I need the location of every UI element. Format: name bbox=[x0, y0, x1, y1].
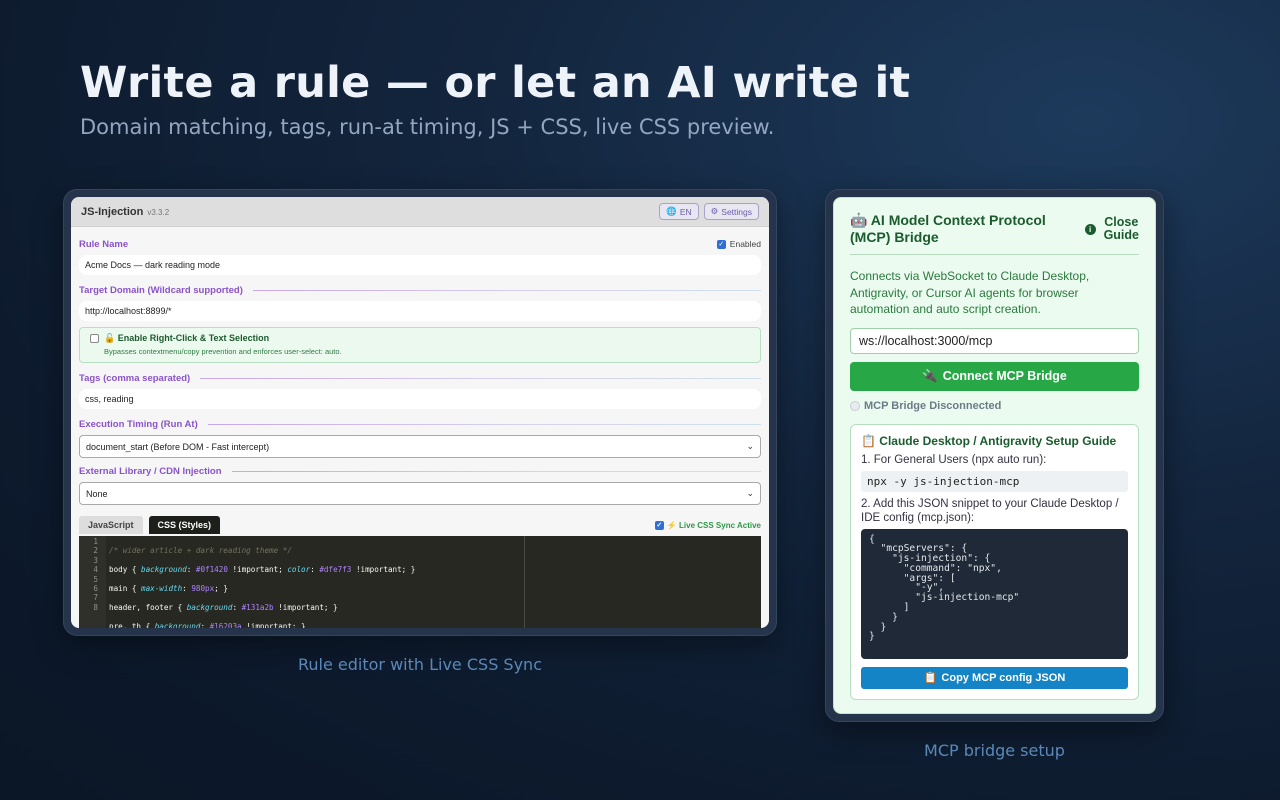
live-sync-checkbox[interactable]: ✓ bbox=[654, 520, 664, 530]
globe-icon: 🌐 bbox=[666, 206, 677, 216]
language-button[interactable]: 🌐 EN bbox=[659, 203, 699, 220]
status-text: MCP Bridge Disconnected bbox=[864, 399, 1002, 412]
right-click-option: 🔓 Enable Right-Click & Text Selection By… bbox=[79, 327, 761, 363]
rule-name-label: Rule Name bbox=[79, 238, 129, 250]
app-version: v3.3.2 bbox=[147, 208, 170, 217]
connect-mcp-button[interactable]: 🔌 Connect MCP Bridge bbox=[850, 361, 1139, 391]
rule-editor-screenshot-frame: JS-Injection v3.3.2 🌐 EN ⚙ Settings Rule… bbox=[63, 189, 777, 636]
print-margin-line bbox=[524, 536, 525, 628]
copy-config-button[interactable]: 📋 Copy MCP config JSON bbox=[861, 666, 1128, 689]
domain-label: Target Domain (Wildcard supported) bbox=[79, 284, 243, 296]
page-subtitle: Domain matching, tags, run-at timing, JS… bbox=[80, 115, 775, 139]
caption-rule-editor: Rule editor with Live CSS Sync bbox=[297, 655, 542, 674]
code-line: /* wider article + dark reading theme */ bbox=[109, 546, 292, 556]
app-title: JS-Injection bbox=[81, 205, 144, 218]
copy-label: Copy MCP config JSON bbox=[941, 671, 1066, 684]
line-numbers: 1 2 3 4 5 6 7 8 bbox=[79, 536, 106, 628]
code-line: body { background: #0f1420 !important; c… bbox=[109, 565, 416, 575]
close-guide-line2: Guide bbox=[1103, 228, 1139, 242]
library-value: None bbox=[86, 488, 108, 499]
section-divider bbox=[231, 470, 761, 472]
line-number: 4 bbox=[93, 565, 98, 575]
close-guide-line1: Close bbox=[1104, 215, 1139, 229]
code-line: pre, th { background: #16203a !important… bbox=[109, 621, 306, 628]
tab-javascript[interactable]: JavaScript bbox=[79, 516, 143, 534]
code-line: main { max-width: 980px; } bbox=[109, 584, 228, 594]
enabled-toggle[interactable]: ✓ Enabled bbox=[716, 239, 761, 249]
language-label: EN bbox=[679, 206, 692, 217]
chevron-down-icon: ⌄ bbox=[746, 488, 754, 498]
settings-button[interactable]: ⚙ Settings bbox=[703, 203, 759, 220]
enabled-label: Enabled bbox=[729, 239, 761, 249]
connection-status: MCP Bridge Disconnected bbox=[850, 400, 1139, 412]
guide-title: 📋 Claude Desktop / Antigravity Setup Gui… bbox=[861, 433, 1117, 448]
section-divider bbox=[207, 423, 761, 425]
mcp-screenshot-frame: 🤖 AI Model Context Protocol (MCP) Bridge… bbox=[825, 189, 1164, 722]
json-config-snippet: { "mcpServers": { "js-injection": { "com… bbox=[861, 528, 1128, 659]
timing-value: document_start (Before DOM - Fast interc… bbox=[86, 441, 270, 452]
library-label: External Library / CDN Injection bbox=[79, 465, 222, 477]
live-sync-label: ⚡ Live CSS Sync Active bbox=[666, 520, 761, 530]
section-divider bbox=[200, 377, 761, 379]
live-css-sync-toggle[interactable]: ✓ ⚡ Live CSS Sync Active bbox=[654, 520, 761, 530]
line-number: 8 bbox=[93, 602, 98, 612]
line-number: 3 bbox=[93, 555, 98, 565]
guide-step-1: 1. For General Users (npx auto run): bbox=[861, 453, 1047, 466]
caption-mcp: MCP bridge setup bbox=[924, 741, 1065, 760]
connect-label: Connect MCP Bridge bbox=[942, 369, 1067, 383]
enabled-checkbox[interactable]: ✓ bbox=[716, 239, 726, 249]
npx-command: npx -y js-injection-mcp bbox=[861, 470, 1128, 492]
right-click-checkbox[interactable] bbox=[90, 334, 99, 343]
websocket-url-input[interactable]: ws://localhost:3000/mcp bbox=[850, 327, 1139, 354]
copy-icon: 📋 bbox=[923, 672, 938, 684]
guide-step-2: 2. Add this JSON snippet to your Claude … bbox=[861, 497, 1119, 524]
editor-header: JS-Injection v3.3.2 🌐 EN ⚙ Settings bbox=[71, 197, 769, 227]
line-number: 6 bbox=[93, 584, 98, 594]
plug-icon: 🔌 bbox=[922, 368, 938, 383]
info-icon: i bbox=[1084, 223, 1096, 235]
status-dot-icon bbox=[850, 400, 860, 411]
line-number: 7 bbox=[93, 593, 98, 603]
rule-name-input[interactable]: Acme Docs — dark reading mode bbox=[79, 255, 761, 275]
timing-select[interactable]: document_start (Before DOM - Fast interc… bbox=[79, 435, 761, 458]
domain-input[interactable]: http://localhost:8899/* bbox=[79, 301, 761, 321]
line-number: 5 bbox=[93, 574, 98, 584]
css-code-editor[interactable]: 1 2 3 4 5 6 7 8 /* wider article + dark … bbox=[79, 536, 761, 628]
mcp-title: 🤖 AI Model Context Protocol (MCP) Bridge bbox=[850, 212, 1046, 245]
tags-label: Tags (comma separated) bbox=[79, 372, 191, 384]
chevron-down-icon: ⌄ bbox=[746, 441, 754, 451]
line-number: 2 bbox=[93, 546, 98, 556]
rule-editor: JS-Injection v3.3.2 🌐 EN ⚙ Settings Rule… bbox=[71, 197, 769, 628]
mcp-description: Connects via WebSocket to Claude Desktop… bbox=[850, 269, 1090, 316]
settings-label: Settings bbox=[721, 206, 752, 217]
timing-label: Execution Timing (Run At) bbox=[79, 418, 198, 430]
setup-guide: 📋 Claude Desktop / Antigravity Setup Gui… bbox=[850, 423, 1139, 700]
gear-icon: ⚙ bbox=[710, 206, 719, 216]
tags-input[interactable]: css, reading bbox=[79, 389, 761, 409]
code-lines: /* wider article + dark reading theme */… bbox=[106, 536, 761, 628]
library-select[interactable]: None ⌄ bbox=[79, 482, 761, 505]
code-line: header, footer { background: #131a2b !im… bbox=[109, 602, 338, 612]
right-click-description: Bypasses contextmenu/copy prevention and… bbox=[104, 347, 342, 356]
mcp-panel: 🤖 AI Model Context Protocol (MCP) Bridge… bbox=[833, 197, 1156, 714]
section-divider bbox=[252, 289, 761, 291]
line-number: 1 bbox=[93, 537, 98, 546]
right-click-title: 🔓 Enable Right-Click & Text Selection bbox=[104, 333, 270, 343]
tab-css[interactable]: CSS (Styles) bbox=[148, 516, 221, 534]
page-title: Write a rule — or let an AI write it bbox=[80, 58, 911, 108]
close-guide-button[interactable]: i Close Guide bbox=[1084, 215, 1139, 242]
